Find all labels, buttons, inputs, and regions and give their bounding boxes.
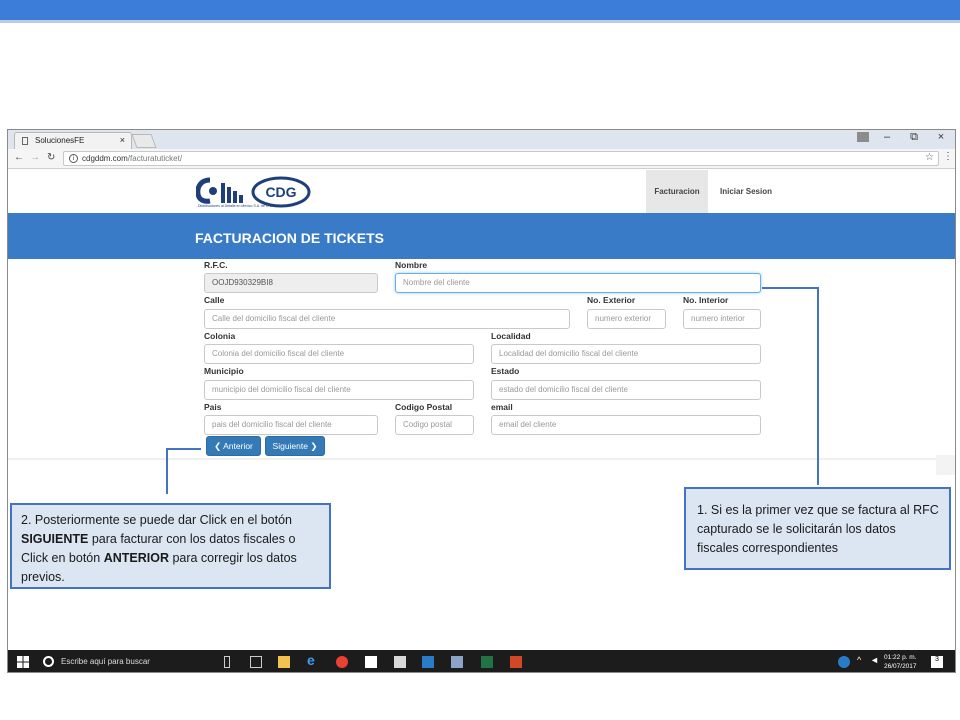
municipio-field[interactable]: municipio del domicilio fiscal del clien… [204,380,474,400]
maximize-button[interactable]: ⧉ [901,131,927,144]
content-divider [8,458,955,460]
colonia-label: Colonia [204,331,236,341]
nombre-label: Nombre [395,260,428,270]
localidad-label: Localidad [491,331,531,341]
browser-tab[interactable]: SolucionesFE × [14,132,132,149]
noint-field[interactable]: numero interior [683,309,761,329]
slide: SolucionesFE × – ⧉ × ← → ↻ i cdgddm.com/… [0,0,960,720]
email-label: email [491,402,513,412]
callout-1: 1. Si es la primer vez que se factura al… [684,487,951,570]
browser-menu-icon[interactable]: ⋮ [943,151,953,162]
connector-1-horizontal [762,287,818,289]
taskbar-search[interactable]: Escribe aquí para buscar [61,657,150,666]
url-text: cdgddm.com/facturatuticket/ [82,154,183,163]
reload-icon[interactable]: ↻ [47,152,55,163]
taskbar-clock[interactable]: 01:22 p. m. 26/07/2017 [884,653,917,671]
tab-close-button[interactable]: × [120,135,125,145]
excel-icon[interactable] [481,656,493,668]
callout-2: 2. Posteriormente se puede dar Click en … [10,503,331,589]
company-logo[interactable]: CDG Distribuciones al Detalle en México … [196,176,314,210]
connector-2-vertical [166,448,168,494]
back-arrow-icon[interactable]: ← [14,152,24,163]
email-field[interactable]: email del cliente [491,415,761,435]
help-icon[interactable] [838,656,850,668]
calle-label: Calle [204,295,225,305]
cp-field[interactable]: Codigo postal [395,415,474,435]
page-icon [22,137,28,145]
colonia-field[interactable]: Colonia del domicilio fiscal del cliente [204,344,474,364]
noext-field[interactable]: numero exterior [587,309,666,329]
nombre-field[interactable]: Nombre del cliente [395,273,761,293]
url-input[interactable]: i cdgddm.com/facturatuticket/ ☆ [63,151,939,166]
siguiente-button[interactable]: Siguiente ❯ [265,436,325,456]
hp-icon[interactable] [422,656,434,668]
chrome-icon[interactable] [336,656,348,668]
estado-label: Estado [491,366,520,376]
windows-taskbar: Escribe aquí para buscar e ^ ◄ 01:22 p. … [8,650,955,672]
browser-window: SolucionesFE × – ⧉ × ← → ↻ i cdgddm.com/… [7,129,956,673]
powerpoint-icon[interactable] [510,656,522,668]
address-bar: ← → ↻ i cdgddm.com/facturatuticket/ ☆ ⋮ [8,149,955,169]
localidad-field[interactable]: Localidad del domicilio fiscal del clien… [491,344,761,364]
mail-icon[interactable] [365,656,377,668]
volume-icon[interactable]: ◄ [870,655,882,667]
nav-facturacion[interactable]: Facturacion [646,170,708,213]
calle-field[interactable]: Calle del domicilio fiscal del cliente [204,309,570,329]
slide-header-line [0,20,960,23]
logo-tagline: Distribuciones al Detalle en México S.A.… [198,204,272,208]
tab-bar: SolucionesFE × – ⧉ × [8,130,955,149]
task-view-icon[interactable] [250,656,262,668]
scrollbar-area [936,455,955,475]
info-icon[interactable]: i [69,154,78,163]
slide-header-bar [0,0,960,20]
file-explorer-icon[interactable] [278,656,290,668]
estado-field[interactable]: estado del domicilio fiscal del cliente [491,380,761,400]
pais-label: Pais [204,402,222,412]
rfc-label: R.F.C. [204,260,228,270]
forward-arrow-icon[interactable]: → [30,152,40,163]
noint-label: No. Interior [683,295,729,305]
bookmark-star-icon[interactable]: ☆ [925,152,934,163]
connector-2-horizontal [166,448,201,450]
tab-title: SolucionesFE [35,136,85,145]
calendar-icon[interactable] [394,656,406,668]
rfc-field: OOJD930329BI8 [204,273,378,293]
minimize-button[interactable]: – [874,131,900,143]
close-window-button[interactable]: × [928,131,954,143]
page-banner: FACTURACION DE TICKETS [8,213,955,259]
municipio-label: Municipio [204,366,244,376]
new-tab-button[interactable] [131,134,157,148]
app-icon[interactable] [451,656,463,668]
connector-1-vertical [817,287,819,485]
site-navbar: CDG Distribuciones al Detalle en México … [8,170,955,213]
edge-icon[interactable]: e [307,652,319,668]
logo-text: CDG [265,184,296,200]
nav-iniciar-sesion[interactable]: Iniciar Sesion [712,170,780,213]
user-profile-icon[interactable] [857,132,869,142]
windows-start-icon[interactable] [17,656,29,668]
pais-field[interactable]: pais del domicilio fiscal del cliente [204,415,378,435]
page-title: FACTURACION DE TICKETS [195,230,384,246]
anterior-button[interactable]: ❮ Anterior [206,436,261,456]
tray-chevron-icon[interactable]: ^ [857,655,869,667]
noext-label: No. Exterior [587,295,636,305]
notification-icon[interactable]: 3 [931,656,943,668]
cortana-icon[interactable] [43,656,54,667]
microphone-icon[interactable] [224,656,230,668]
cp-label: Codigo Postal [395,402,453,412]
